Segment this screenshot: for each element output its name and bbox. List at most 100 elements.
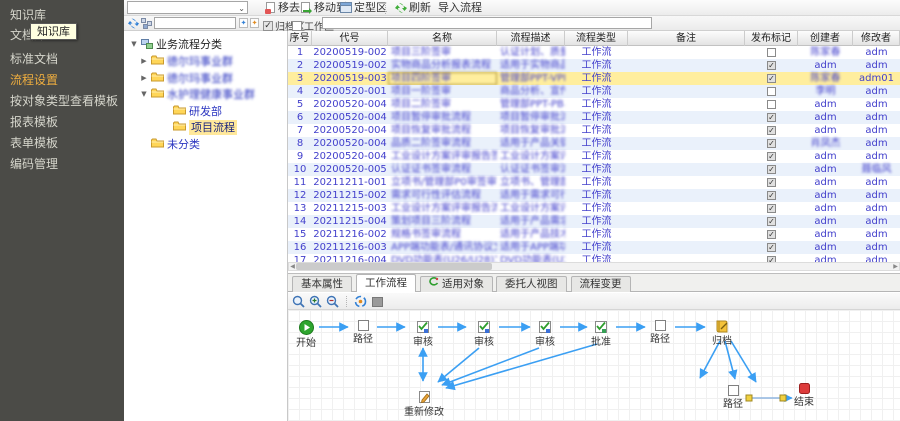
table-row[interactable]: 1520211216-002规格书签审流程适用于产品技术规格..工作流✓adma… [288, 228, 900, 241]
publish-checkbox[interactable]: ✓ [767, 217, 776, 226]
row-published[interactable]: ✓ [745, 254, 798, 262]
tab-4[interactable]: 委托人视图 [496, 276, 567, 292]
column-header-2[interactable]: 代号 [312, 31, 388, 46]
table-row[interactable]: 1220211215-002需求可行性评估流程适用于需求可行性评..工作流✓ad… [288, 189, 900, 202]
row-published[interactable]: ✓ [745, 111, 798, 124]
flow-node-end-11[interactable]: 结束 [782, 383, 826, 408]
table-row[interactable]: 320200519-003项目四阶签审管理部PPT-VPD、..工作流✓陈家春a… [288, 72, 900, 85]
column-header-8[interactable]: 创建者 [798, 31, 853, 46]
tree-item-2[interactable]: ▶德尔玛事业群 [140, 71, 233, 86]
column-header-1[interactable]: 序号 [288, 31, 312, 46]
tab-2[interactable]: 工作流程 [356, 274, 416, 292]
sidebar-item-7[interactable]: 表单模板 [10, 136, 58, 151]
sidebar-item-3[interactable]: 标准文档 [10, 52, 58, 67]
sidebar-item-4[interactable]: 流程设置 [10, 73, 58, 88]
table-hscrollbar[interactable]: ◀ ▶ [288, 262, 900, 271]
scrollbar-thumb[interactable] [296, 263, 492, 270]
row-published[interactable]: ✓ [745, 215, 798, 228]
tree-item-5[interactable]: 项目流程 [162, 120, 237, 135]
column-header-4[interactable]: 流程描述 [497, 31, 565, 46]
row-published[interactable] [745, 98, 798, 111]
archive-checkbox-box[interactable]: ✓ [263, 21, 273, 31]
table-row[interactable]: 520200520-004项目二阶签审管理部PPT-PB、立..工作流admad… [288, 98, 900, 111]
zoom-icon[interactable] [292, 295, 305, 308]
publish-checkbox[interactable]: ✓ [767, 165, 776, 174]
row-published[interactable] [745, 46, 798, 59]
sidebar-item-1[interactable]: 知识库 [10, 8, 46, 23]
table-row[interactable]: 1720211216-004DVD功能表(U26/U28)文档DVD功能表(U2… [288, 254, 900, 262]
row-published[interactable]: ✓ [745, 150, 798, 163]
row-published[interactable]: ✓ [745, 137, 798, 150]
column-header-5[interactable]: 流程类型 [565, 31, 628, 46]
row-published[interactable]: ✓ [745, 163, 798, 176]
flow-node-archive-8[interactable]: 归档 [700, 320, 744, 347]
row-published[interactable]: ✓ [745, 202, 798, 215]
publish-checkbox[interactable]: ✓ [767, 243, 776, 252]
expander-icon[interactable]: ▼ [140, 87, 148, 102]
table-row[interactable]: 1120211211-001立项书/管理部P0审签审流程立项书、管理部P0..工… [288, 176, 900, 189]
publish-checkbox[interactable]: ✓ [767, 191, 776, 200]
category-combobox[interactable]: ⌄ [127, 1, 248, 14]
row-published[interactable]: ✓ [745, 241, 798, 254]
tree-item-4[interactable]: 研发部 [162, 104, 222, 119]
column-header-3[interactable]: 名称 [388, 31, 497, 46]
table-row[interactable]: 120200519-002项目三阶签审认证计划、质量检验..工作流陈家春adm [288, 46, 900, 59]
table-row[interactable]: 720200520-004项目恢复审批流程项目恢复审批流程工作流✓admadm [288, 124, 900, 137]
row-published[interactable]: ✓ [745, 124, 798, 137]
publish-checkbox[interactable]: ✓ [767, 152, 776, 161]
tree-root-item[interactable]: ▼业务流程分类 [130, 37, 222, 52]
scroll-right-arrow-icon[interactable]: ▶ [892, 263, 899, 270]
zoom-in-icon[interactable] [309, 295, 322, 308]
zoom-out-icon[interactable] [326, 295, 339, 308]
flow-node-review-3[interactable]: 审核 [401, 320, 445, 348]
tree-search-input[interactable] [154, 17, 236, 29]
table-row[interactable]: 220200519-002实物商品分析报表流程适用于实物商品分析..工作流✓ad… [288, 59, 900, 72]
row-published[interactable] [745, 85, 798, 98]
expander-icon[interactable]: ▶ [140, 71, 148, 86]
sidebar-item-5[interactable]: 按对象类型查看模板 [10, 94, 118, 109]
fit-view-icon[interactable] [354, 295, 367, 308]
flow-node-start-1[interactable]: 开始 [288, 320, 328, 349]
tree-item-3[interactable]: ▼水护理健康事业群 [140, 87, 255, 102]
flow-node-path-2[interactable]: 路径 [341, 320, 385, 345]
work-checkbox-box[interactable] [292, 21, 302, 31]
search-down-button[interactable]: ✦ [239, 18, 248, 28]
publish-checkbox[interactable] [767, 48, 776, 57]
table-row[interactable]: 820200520-004品质二阶签审流程适用于产品关键性能..工作流✓肖凤杰a… [288, 137, 900, 150]
flow-node-approve-6[interactable]: 批准 [579, 320, 623, 348]
publish-checkbox[interactable] [767, 87, 776, 96]
tab-3[interactable]: 适用对象 [420, 276, 493, 292]
table-row[interactable]: 620200520-004项目暂停审批流程项目暂停审批流程工作流✓admadm [288, 111, 900, 124]
column-header-7[interactable]: 发布标记 [745, 31, 798, 46]
flow-node-review-5[interactable]: 审核 [523, 320, 567, 348]
snapshot-icon[interactable] [371, 295, 384, 308]
sidebar-item-8[interactable]: 编码管理 [10, 157, 58, 172]
column-header-6[interactable]: 备注 [628, 31, 745, 46]
import-flow-button[interactable]: 导入流程 [438, 0, 482, 15]
publish-checkbox[interactable]: ✓ [767, 74, 776, 83]
scroll-left-arrow-icon[interactable]: ◀ [289, 263, 296, 270]
publish-checkbox[interactable]: ✓ [767, 139, 776, 148]
row-published[interactable]: ✓ [745, 59, 798, 72]
flow-node-path-10[interactable]: 路径 [711, 385, 755, 410]
row-published[interactable]: ✓ [745, 189, 798, 202]
tree-view-icon[interactable] [141, 18, 152, 29]
refresh-tree-icon[interactable] [128, 18, 139, 29]
expander-icon[interactable]: ▶ [140, 54, 148, 69]
search-up-button[interactable]: ✦ [250, 18, 259, 28]
tab-5[interactable]: 流程变更 [571, 276, 631, 292]
fixed-area-button[interactable]: 定型区 [340, 0, 387, 15]
table-row[interactable]: 1020200520-005认证证书签审流程认证证书签审流程工作流✓adm聂临风 [288, 163, 900, 176]
publish-checkbox[interactable]: ✓ [767, 204, 776, 213]
expander-icon[interactable]: ▼ [130, 37, 138, 52]
publish-checkbox[interactable]: ✓ [767, 61, 776, 70]
remove-button[interactable]: 移去 [265, 0, 300, 15]
flow-node-review-4[interactable]: 审核 [462, 320, 506, 348]
table-row[interactable]: 420200520-001项目一阶签审商品分析、宣传清单..工作流李明adm [288, 85, 900, 98]
publish-checkbox[interactable]: ✓ [767, 230, 776, 239]
column-header-9[interactable]: 修改者 [853, 31, 900, 46]
table-row[interactable]: 920200520-004工业设计方案评审报告签审..工业设计方案评审报..工作… [288, 150, 900, 163]
publish-checkbox[interactable] [767, 100, 776, 109]
sidebar-item-6[interactable]: 报表模板 [10, 115, 58, 130]
row-published[interactable]: ✓ [745, 228, 798, 241]
